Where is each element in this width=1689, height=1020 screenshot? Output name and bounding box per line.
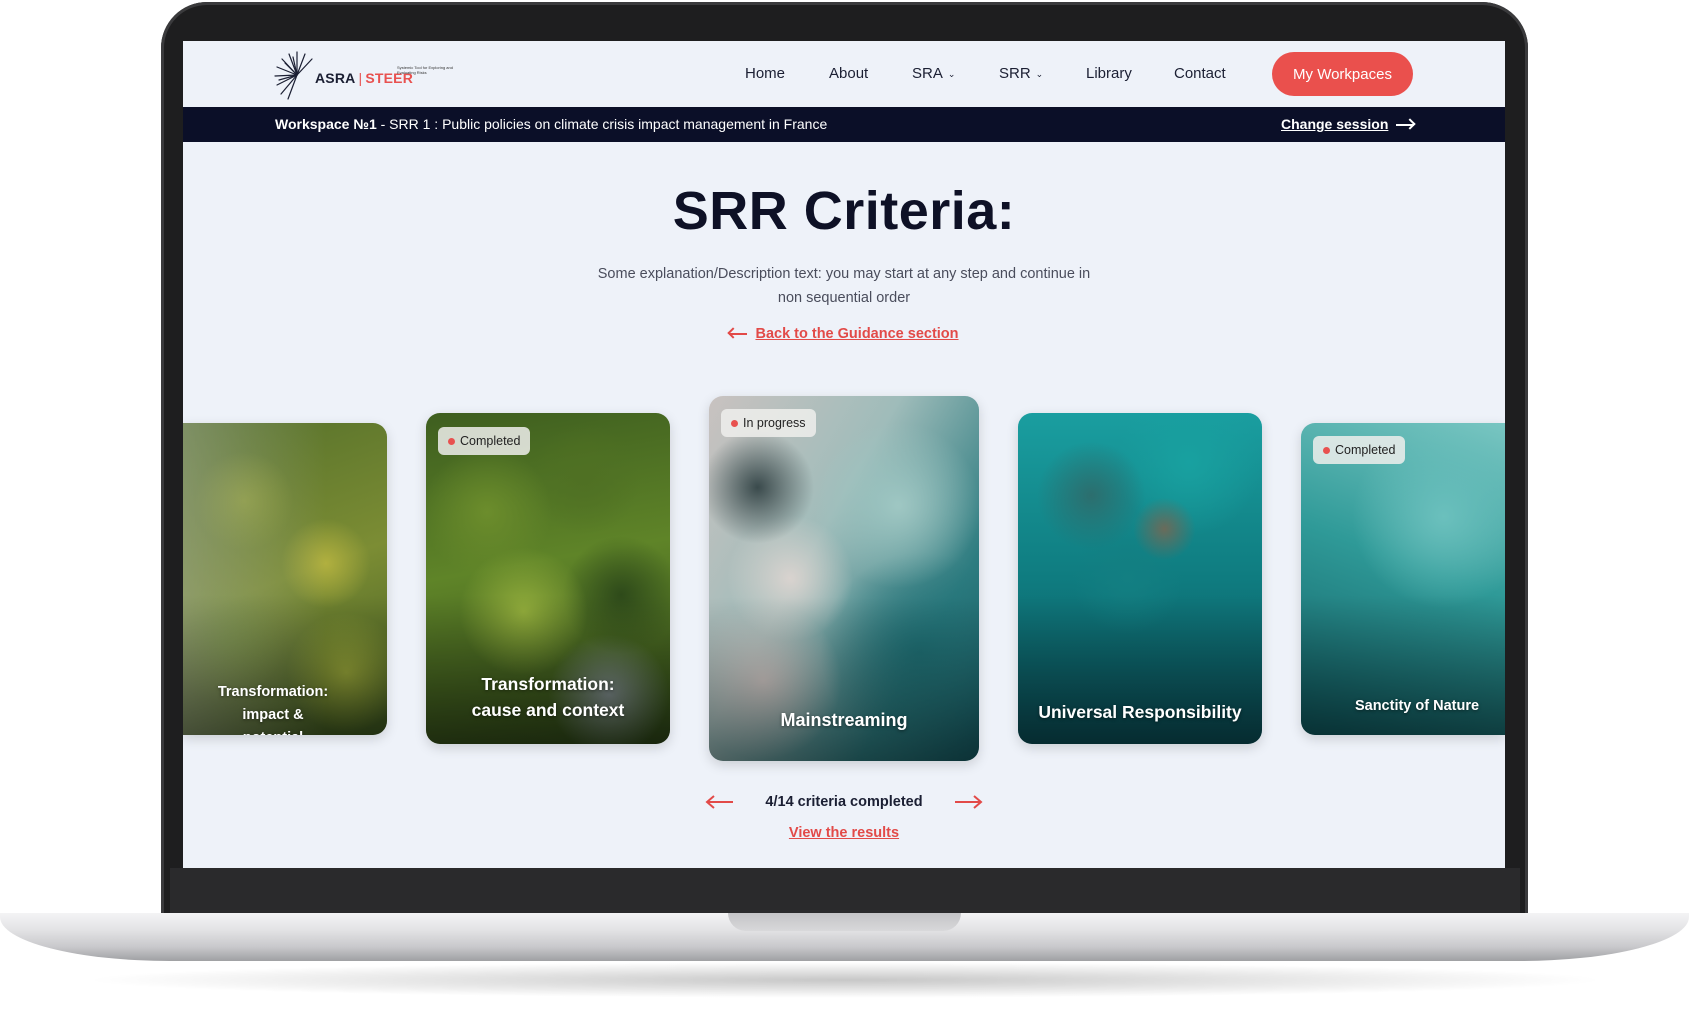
status-dot-icon (731, 420, 738, 427)
criteria-card-transformation-impact[interactable]: Transformation: impact & potential (183, 423, 387, 735)
back-link-label: Back to the Guidance section (755, 326, 959, 342)
card-title: Mainstreaming (780, 710, 908, 730)
nav-srr[interactable]: SRR ⌄ (999, 65, 1043, 82)
arrow-left-icon (729, 333, 748, 335)
change-session-link[interactable]: Change session (1281, 116, 1415, 132)
card-title: Universal Responsibility (1038, 702, 1242, 722)
chevron-down-icon: ⌄ (947, 69, 956, 79)
previous-button[interactable] (705, 793, 735, 811)
status-badge: Completed (1313, 436, 1406, 464)
view-results-link[interactable]: View the results (183, 825, 1505, 841)
session-bar: Workspace №1 - SRR 1 : Public policies o… (183, 107, 1505, 142)
back-to-guidance-link[interactable]: Back to the Guidance section (183, 326, 1505, 342)
criteria-card-sanctity-of-nature[interactable]: Completed Sanctity of Nature (1301, 423, 1505, 735)
laptop-notch (728, 913, 961, 931)
nav-about[interactable]: About (829, 65, 868, 82)
nav-sra[interactable]: SRA ⌄ (912, 65, 955, 82)
my-workspaces-button[interactable]: My Workpaces (1272, 52, 1413, 96)
status-dot-icon (1323, 447, 1330, 454)
main-nav: Home About SRA ⌄ SRR ⌄ Library Contact My … (183, 41, 1505, 107)
screen: ASRA | STEER Systemic Tool for Exploring a… (183, 41, 1505, 868)
status-dot-icon (448, 438, 455, 445)
session-info: Workspace №1 - SRR 1 : Public policies o… (275, 116, 827, 132)
page-description: Some explanation/Description text: you m… (597, 266, 1091, 306)
card-title: Transformation: cause and context (471, 674, 625, 720)
change-session-label: Change session (1281, 116, 1389, 132)
session-details: - SRR 1 : Public policies on climate cri… (376, 116, 828, 132)
card-title: Transformation: impact & potential (217, 684, 329, 735)
card-title: Sanctity of Nature (1354, 698, 1480, 714)
criteria-card-transformation-cause[interactable]: Completed Transformation: cause and cont… (426, 413, 670, 744)
status-badge: In progress (721, 409, 816, 437)
arrow-right-icon (954, 795, 983, 809)
nav-contact[interactable]: Contact (1174, 65, 1226, 82)
site-header: ASRA | STEER Systemic Tool for Exploring a… (183, 41, 1505, 107)
criteria-card-mainstreaming[interactable]: In progress Mainstreaming (709, 396, 979, 761)
arrow-left-icon (705, 795, 734, 809)
card-shade (709, 596, 979, 761)
nav-library[interactable]: Library (1086, 65, 1132, 82)
laptop-bezel (170, 868, 1520, 916)
nav-home[interactable]: Home (745, 65, 785, 82)
status-badge: Completed (438, 427, 531, 455)
criteria-card-universal-responsibility[interactable]: Universal Responsibility (1018, 413, 1262, 744)
page-title: SRR Criteria: (672, 181, 1016, 241)
arrow-right-icon (1396, 124, 1415, 126)
laptop-shadow (80, 962, 1610, 998)
next-button[interactable] (953, 793, 983, 811)
chevron-down-icon: ⌄ (1035, 69, 1044, 79)
criteria-progress: 4/14 criteria completed (765, 794, 923, 810)
carousel-pager: 4/14 criteria completed (183, 793, 1505, 811)
workspace-label: Workspace №1 (275, 116, 377, 132)
